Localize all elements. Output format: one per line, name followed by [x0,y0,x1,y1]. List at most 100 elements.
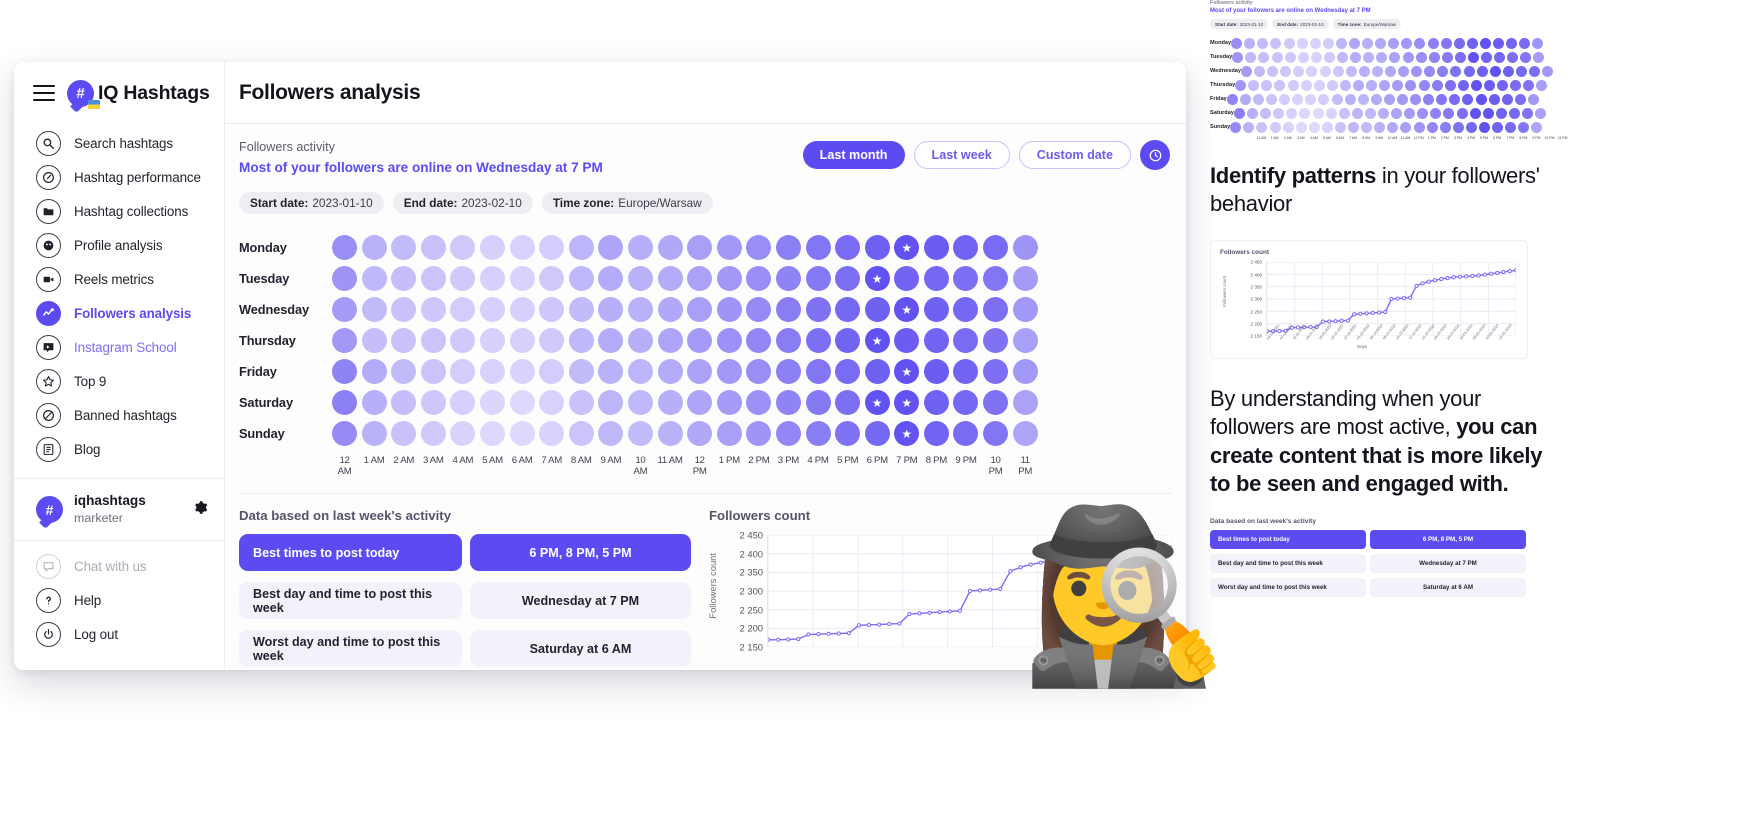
heatmap-cell[interactable] [598,297,624,322]
heatmap-cell[interactable] [657,266,683,291]
heatmap-cell[interactable] [450,266,476,291]
heatmap-cell[interactable] [361,266,387,291]
sidebar-item-help[interactable]: Help [14,583,224,617]
heatmap-cell[interactable] [953,328,979,353]
heatmap-cell[interactable] [775,235,801,260]
heatmap-cell[interactable] [627,390,653,415]
heatmap-cell[interactable] [391,297,417,322]
heatmap-cell[interactable] [539,421,565,446]
heatmap-cell[interactable] [657,390,683,415]
heatmap-cell[interactable] [835,266,861,291]
heatmap-cell[interactable] [805,390,831,415]
heatmap-cell[interactable] [716,421,742,446]
heatmap-cell[interactable] [923,235,949,260]
heatmap-cell[interactable] [775,266,801,291]
heatmap-cell[interactable] [775,421,801,446]
heatmap-cell[interactable] [746,235,772,260]
heatmap-cell[interactable] [479,328,505,353]
heatmap-cell[interactable] [746,359,772,384]
heatmap-cell[interactable] [687,328,713,353]
heatmap-cell[interactable] [746,266,772,291]
heatmap-cell[interactable] [775,328,801,353]
heatmap-cell[interactable] [687,359,713,384]
heatmap-cell[interactable] [716,266,742,291]
heatmap-cell[interactable] [509,359,535,384]
heatmap-cell[interactable] [983,328,1009,353]
heatmap-cell[interactable] [953,266,979,291]
heatmap-cell[interactable] [657,235,683,260]
heatmap-cell[interactable] [1012,297,1038,322]
heatmap-cell[interactable] [568,235,594,260]
heatmap-cell[interactable] [835,328,861,353]
heatmap-cell[interactable] [332,297,357,322]
insight-row[interactable]: Best times to post today 6 PM, 8 PM, 5 PM [239,534,691,571]
app-logo[interactable]: # IQ Hashtags [67,79,210,109]
heatmap-cell[interactable] [805,421,831,446]
heatmap-cell[interactable] [627,235,653,260]
heatmap-cell[interactable] [746,390,772,415]
heatmap-cell[interactable] [983,297,1009,322]
heatmap-cell[interactable] [539,390,565,415]
heatmap-cell[interactable] [1012,235,1038,260]
heatmap-cell[interactable] [598,421,624,446]
heatmap-cell[interactable] [391,328,417,353]
sidebar-item-log-out[interactable]: Log out [14,617,224,651]
heatmap-cell[interactable] [391,390,417,415]
heatmap-cell[interactable] [805,266,831,291]
heatmap-cell[interactable] [923,266,949,291]
heatmap-cell[interactable] [627,359,653,384]
heatmap-cell[interactable] [716,235,742,260]
heatmap-cell[interactable] [657,359,683,384]
heatmap-cell-peak[interactable] [864,266,890,291]
heatmap-cell[interactable] [687,421,713,446]
heatmap-cell[interactable] [835,297,861,322]
heatmap-cell[interactable] [923,421,949,446]
heatmap-cell[interactable] [391,235,417,260]
heatmap-cell[interactable] [598,266,624,291]
heatmap-cell[interactable] [983,235,1009,260]
heatmap-cell[interactable] [716,328,742,353]
heatmap-cell[interactable] [835,235,861,260]
heatmap-cell[interactable] [923,328,949,353]
heatmap-cell[interactable] [450,235,476,260]
heatmap-cell[interactable] [361,297,387,322]
heatmap-cell[interactable] [805,328,831,353]
heatmap-cell[interactable] [509,235,535,260]
heatmap-cell[interactable] [450,328,476,353]
heatmap-cell[interactable] [775,359,801,384]
heatmap-cell[interactable] [923,359,949,384]
heatmap-cell[interactable] [657,297,683,322]
followers-activity-heatmap[interactable]: Monday Tuesday Wednesday Thursday Friday Satu… [239,232,1172,477]
heatmap-cell[interactable] [1012,390,1038,415]
heatmap-cell[interactable] [835,359,861,384]
heatmap-cell[interactable] [1012,359,1038,384]
heatmap-cell[interactable] [420,235,446,260]
heatmap-cell[interactable] [923,390,949,415]
heatmap-cell-peak[interactable] [864,390,890,415]
heatmap-cell-peak[interactable] [894,390,920,415]
heatmap-cell[interactable] [479,359,505,384]
heatmap-cell[interactable] [568,266,594,291]
heatmap-cell[interactable] [687,235,713,260]
heatmap-cell[interactable] [805,297,831,322]
sidebar-item-instagram-school[interactable]: Instagram School [14,330,224,364]
heatmap-cell[interactable] [1012,328,1038,353]
heatmap-cell[interactable] [835,421,861,446]
last-week-button[interactable]: Last week [913,141,1010,169]
heatmap-cell[interactable] [953,297,979,322]
heatmap-cell[interactable] [746,297,772,322]
heatmap-cell[interactable] [953,390,979,415]
heatmap-cell[interactable] [598,328,624,353]
heatmap-cell[interactable] [479,390,505,415]
insight-row[interactable]: Best times to post today 6 PM, 8 PM, 5 PM [1210,529,1528,549]
heatmap-cell[interactable] [716,297,742,322]
time-zone-chip[interactable]: Time zone: Europe/Warsaw [541,192,713,214]
heatmap-cell[interactable] [627,297,653,322]
heatmap-cell[interactable] [894,266,920,291]
heatmap-cell-peak[interactable] [894,359,920,384]
heatmap-cell[interactable] [627,266,653,291]
sidebar-item-followers-analysis[interactable]: Followers analysis [14,296,224,330]
heatmap-cell[interactable] [687,266,713,291]
heatmap-cell[interactable] [332,421,357,446]
heatmap-cell[interactable] [864,359,890,384]
